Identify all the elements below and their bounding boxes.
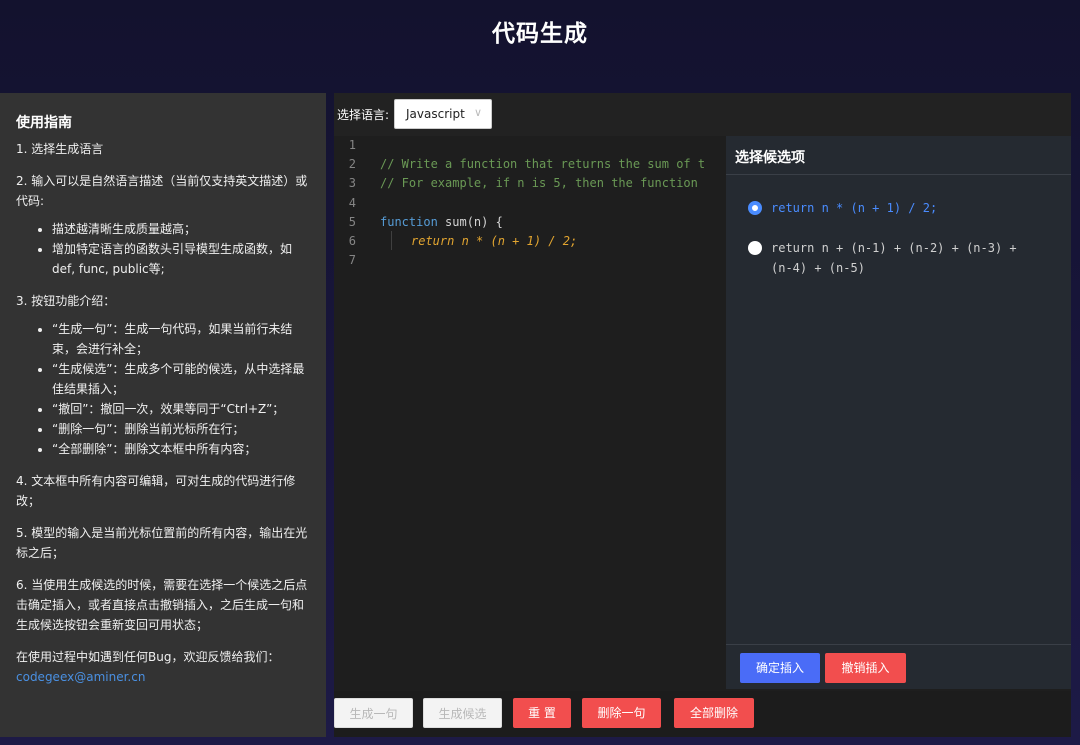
line-number: 5 <box>348 214 356 229</box>
generate-line-button[interactable]: 生成一句 <box>334 698 413 728</box>
usage-guide-panel: 使用指南 1. 选择生成语言 2. 输入可以是自然语言描述（当前仅支持英文描述）… <box>0 93 326 737</box>
code-function-line: function sum(n) { <box>380 213 503 232</box>
guide-step-4: 4. 文本框中所有内容可编辑，可对生成的代码进行修改； <box>16 474 296 508</box>
guide-step-3-list: “生成一句”：生成一句代码，如果当前行未结束，会进行补全； “生成候选”：生成多… <box>16 319 312 459</box>
line-number: 6 <box>348 234 356 248</box>
feedback-text: 在使用过程中如遇到任何Bug，欢迎反馈给我们： <box>16 650 280 664</box>
candidate-text-line: return n + (n-1) + (n-2) + (n-3) + <box>771 241 1017 255</box>
list-item: 增加特定语言的函数头引导模型生成函数，如def, func, public等; <box>52 239 312 279</box>
line-number: 1 <box>348 138 356 152</box>
candidate-option-1[interactable]: return n * (n + 1) / 2; <box>748 198 937 218</box>
code-comment-line: // For example, if n is 5, then the func… <box>380 176 706 191</box>
code-text: sum(n) { <box>437 214 503 229</box>
list-item: “生成候选”：生成多个可能的候选，从中选择最佳结果插入； <box>52 359 312 399</box>
cancel-insert-button[interactable]: 撤销插入 <box>825 653 906 683</box>
line-number: 3 <box>348 176 356 191</box>
radio-selected-icon[interactable] <box>748 201 762 215</box>
delete-line-button[interactable]: 删除一句 <box>582 698 661 728</box>
list-item: “删除一句”：删除当前光标所在行； <box>52 419 312 439</box>
list-item: “撤回”：撤回一次，效果等同于“Ctrl+Z”； <box>52 399 312 419</box>
guide-step-1: 1. 选择生成语言 <box>16 142 104 156</box>
reset-button[interactable]: 重 置 <box>513 698 571 728</box>
guide-title: 使用指南 <box>16 115 72 131</box>
candidate-text-line: (n-4) + (n-5) <box>771 261 865 275</box>
confirm-insert-button[interactable]: 确定插入 <box>740 653 820 683</box>
language-label: 选择语言: <box>337 108 390 122</box>
candidate-text: return n + (n-1) + (n-2) + (n-3) + (n-4)… <box>771 238 1017 278</box>
generate-candidates-button[interactable]: 生成候选 <box>423 698 502 728</box>
guide-step-3: 3. 按钮功能介绍： <box>16 294 116 308</box>
contact-email-link[interactable]: codegeex@aminer.cn <box>16 670 145 684</box>
guide-step-2-list: 描述越清晰生成质量越高； 增加特定语言的函数头引导模型生成函数，如def, fu… <box>16 219 312 279</box>
list-item: “全部删除”：删除文本框中所有内容； <box>52 439 312 459</box>
line-number: 4 <box>348 195 356 210</box>
language-bar: 选择语言: Javascript ∨ <box>334 93 1071 136</box>
line-number: 7 <box>348 253 356 268</box>
line-number: 2 <box>348 157 356 172</box>
editor-area: 选择语言: Javascript ∨ 1 2 3 4 5 6 7 // Writ… <box>334 93 1071 737</box>
candidate-text: return n * (n + 1) / 2; <box>771 201 938 215</box>
candidate-panel-title: 选择候选项 <box>726 136 1071 175</box>
code-keyword: function <box>380 214 438 229</box>
guide-step-6: 6. 当使用生成候选的时候，需要在选择一个候选之后点击确定插入，或者直接点击撤销… <box>16 578 308 632</box>
candidate-actions: 确定插入 撤销插入 <box>726 644 1071 689</box>
code-return-line: return n * (n + 1) / 2; <box>411 234 578 248</box>
list-item: “生成一句”：生成一句代码，如果当前行未结束，会进行补全； <box>52 319 312 359</box>
action-toolbar: 生成一句 生成候选 重 置 删除一句 全部删除 <box>334 698 1071 730</box>
delete-all-button[interactable]: 全部删除 <box>674 698 754 728</box>
chevron-down-icon: ∨ <box>473 106 482 119</box>
page-title: 代码生成 <box>492 21 588 47</box>
list-item: 描述越清晰生成质量越高； <box>52 219 312 239</box>
language-selected-value: Javascript <box>406 107 465 121</box>
guide-step-5: 5. 模型的输入是当前光标位置前的所有内容，输出在光标之后； <box>16 526 308 560</box>
candidate-panel: 选择候选项 return n * (n + 1) / 2; return n +… <box>726 136 1071 689</box>
indent-guide <box>391 231 392 250</box>
guide-feedback: 在使用过程中如遇到任何Bug，欢迎反馈给我们： codegeex@aminer.… <box>16 647 312 687</box>
guide-step-2: 2. 输入可以是自然语言描述（当前仅支持英文描述）或代码: <box>16 174 308 208</box>
language-select[interactable]: Javascript ∨ <box>394 99 492 129</box>
radio-unselected-icon[interactable] <box>748 241 762 255</box>
code-comment-line: // Write a function that returns the sum… <box>380 157 706 172</box>
candidate-option-2[interactable]: return n + (n-1) + (n-2) + (n-3) + (n-4)… <box>748 238 1017 278</box>
